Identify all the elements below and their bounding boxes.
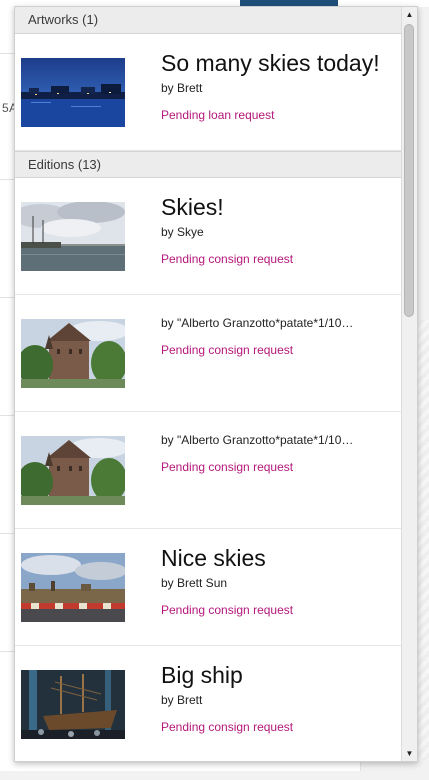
result-status: Pending consign request bbox=[161, 343, 294, 357]
result-artist: by "Alberto Granzotto*patate*1/10… bbox=[161, 433, 354, 447]
artwork-thumbnail bbox=[21, 58, 125, 127]
result-artist: by "Alberto Granzotto*patate*1/10… bbox=[161, 316, 354, 330]
result-status: Pending consign request bbox=[161, 252, 294, 266]
result-artist: by Skye bbox=[161, 225, 204, 239]
result-item[interactable]: Skies! by Skye Pending consign request bbox=[15, 178, 401, 295]
results-list: Artworks (1) So many skies today! by Bre… bbox=[15, 7, 401, 761]
result-info: Nice skies by Brett Sun Pending consign … bbox=[161, 544, 385, 618]
result-info: Skies! by Skye Pending consign request bbox=[161, 193, 385, 267]
result-title: So many skies today! bbox=[161, 50, 380, 76]
vertical-scrollbar[interactable]: ▲ ▼ bbox=[401, 7, 417, 761]
background-divider bbox=[0, 651, 14, 652]
result-info: So many skies today! by Brett Pending lo… bbox=[161, 49, 385, 123]
result-artist: by Brett bbox=[161, 693, 203, 707]
result-status: Pending loan request bbox=[161, 108, 275, 122]
result-title: Nice skies bbox=[161, 545, 266, 571]
result-item[interactable]: by "Alberto Granzotto*patate*1/10… Pendi… bbox=[15, 412, 401, 529]
search-results-dropdown: Artworks (1) So many skies today! by Bre… bbox=[14, 6, 418, 762]
result-title: Skies! bbox=[161, 194, 224, 220]
artwork-thumbnail bbox=[21, 670, 125, 739]
background-divider bbox=[0, 533, 14, 534]
background-divider bbox=[0, 415, 14, 416]
background-divider bbox=[0, 53, 14, 54]
result-item[interactable]: Big ship by Brett Pending consign reques… bbox=[15, 646, 401, 761]
scrollbar-thumb[interactable] bbox=[404, 24, 414, 317]
result-artist: by Brett Sun bbox=[161, 576, 228, 590]
result-info: by "Alberto Granzotto*patate*1/10… Pendi… bbox=[161, 429, 385, 475]
result-info: by "Alberto Granzotto*patate*1/10… Pendi… bbox=[161, 312, 385, 358]
background-divider bbox=[0, 297, 14, 298]
result-status: Pending consign request bbox=[161, 603, 294, 617]
result-item[interactable]: Nice skies by Brett Sun Pending consign … bbox=[15, 529, 401, 646]
result-status: Pending consign request bbox=[161, 720, 294, 734]
result-info: Big ship by Brett Pending consign reques… bbox=[161, 661, 385, 735]
artwork-thumbnail bbox=[21, 202, 125, 271]
section-header-artworks: Artworks (1) bbox=[15, 7, 401, 34]
result-title: Big ship bbox=[161, 662, 243, 688]
artwork-thumbnail bbox=[21, 436, 125, 505]
artwork-thumbnail bbox=[21, 319, 125, 388]
scroll-down-arrow-icon[interactable]: ▼ bbox=[402, 746, 417, 761]
artwork-thumbnail bbox=[21, 553, 125, 622]
result-artist: by Brett bbox=[161, 81, 203, 95]
result-item[interactable]: So many skies today! by Brett Pending lo… bbox=[15, 34, 401, 151]
background-divider bbox=[0, 179, 14, 180]
result-item[interactable]: by "Alberto Granzotto*patate*1/10… Pendi… bbox=[15, 295, 401, 412]
scroll-up-arrow-icon[interactable]: ▲ bbox=[402, 7, 417, 22]
result-status: Pending consign request bbox=[161, 460, 294, 474]
section-header-editions: Editions (13) bbox=[15, 151, 401, 178]
